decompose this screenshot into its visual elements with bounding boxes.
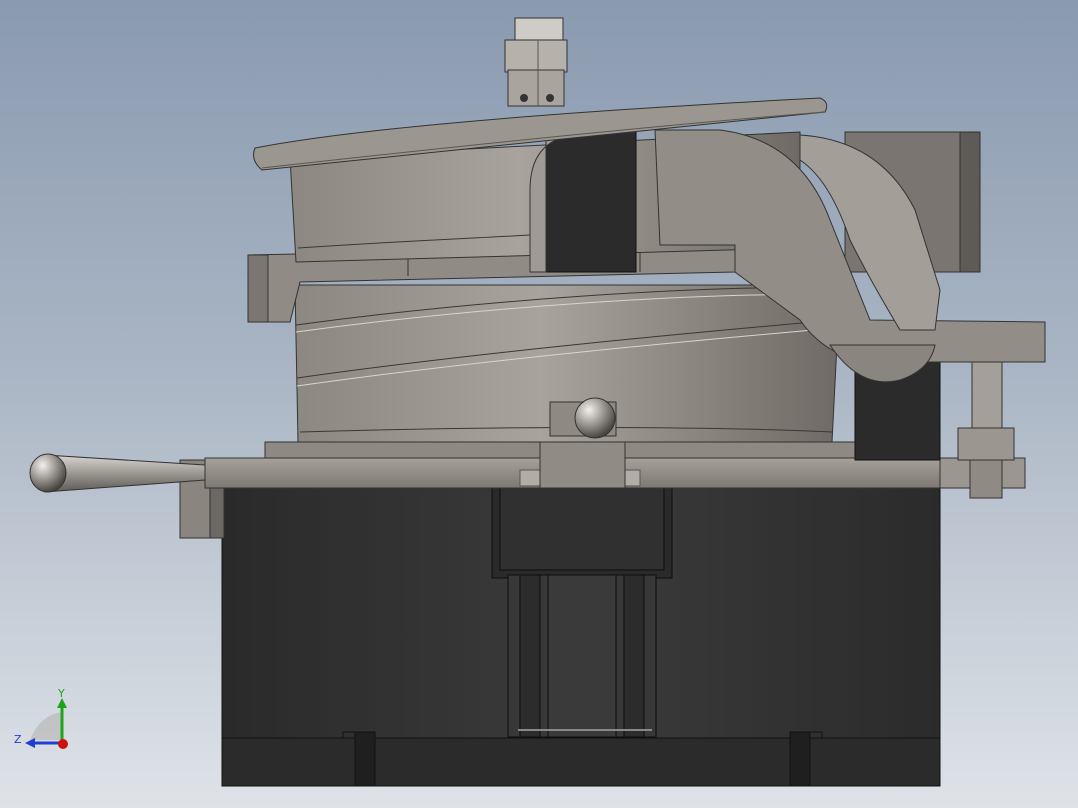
lever-handle <box>29 453 206 493</box>
y-axis-label: Y <box>57 687 65 700</box>
base-center-slot <box>491 485 673 738</box>
top-fitting <box>504 17 568 107</box>
ball-knob <box>549 397 617 439</box>
cad-model: Y Z <box>14 17 1046 787</box>
axis-triad: Y Z <box>14 687 68 749</box>
z-axis-label: Z <box>14 733 22 746</box>
x-axis <box>58 739 68 749</box>
z-axis-arrow <box>25 738 35 748</box>
cad-viewport[interactable]: Y Z <box>0 0 1078 808</box>
